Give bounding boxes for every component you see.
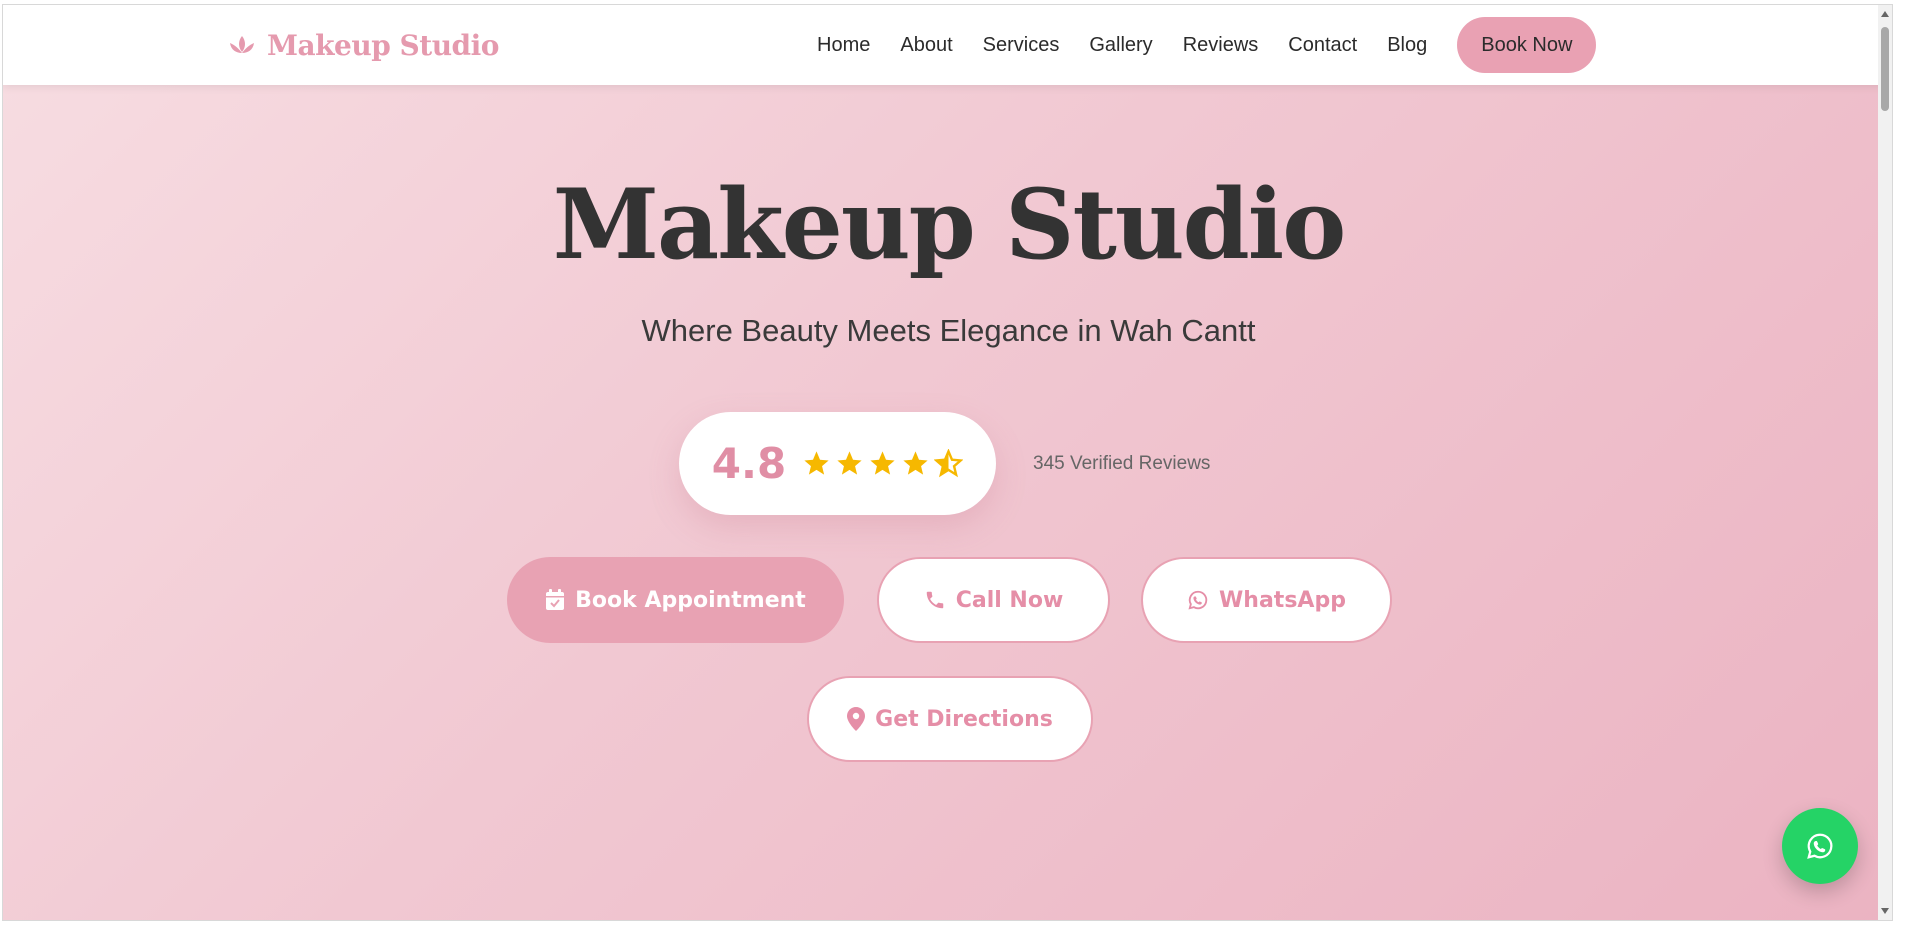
nav-contact[interactable]: Contact bbox=[1288, 34, 1357, 57]
reviews-count: 345 Verified Reviews bbox=[1033, 453, 1211, 474]
nav-reviews[interactable]: Reviews bbox=[1183, 34, 1259, 57]
star-icon bbox=[870, 451, 895, 475]
whatsapp-floating-button[interactable] bbox=[1782, 808, 1858, 884]
whatsapp-icon bbox=[1188, 590, 1208, 610]
calendar-check-icon bbox=[546, 589, 565, 610]
logo-text: Makeup Studio bbox=[267, 28, 499, 62]
whatsapp-button[interactable]: WhatsApp bbox=[1141, 557, 1392, 643]
book-appointment-button[interactable]: Book Appointment bbox=[507, 557, 844, 643]
page-frame: Makeup Studio Home About Services Galler… bbox=[2, 4, 1893, 921]
star-rating bbox=[802, 449, 964, 478]
get-directions-button[interactable]: Get Directions bbox=[807, 676, 1093, 762]
vertical-scrollbar[interactable] bbox=[1878, 5, 1892, 920]
book-appointment-label: Book Appointment bbox=[575, 587, 806, 613]
hero-subtitle: Where Beauty Meets Elegance in Wah Cantt bbox=[641, 313, 1256, 348]
nav-about[interactable]: About bbox=[900, 34, 952, 57]
nav-home[interactable]: Home bbox=[817, 34, 870, 57]
star-half-icon bbox=[934, 449, 964, 478]
scroll-thumb[interactable] bbox=[1881, 27, 1889, 111]
call-now-button[interactable]: Call Now bbox=[877, 557, 1110, 643]
star-icon bbox=[837, 451, 862, 475]
nav-blog[interactable]: Blog bbox=[1387, 34, 1427, 57]
hero-title: Makeup Studio bbox=[552, 168, 1347, 281]
whatsapp-label: WhatsApp bbox=[1219, 587, 1346, 613]
star-icon bbox=[804, 451, 829, 475]
get-directions-label: Get Directions bbox=[875, 706, 1053, 732]
rating-value: 4.8 bbox=[711, 439, 787, 488]
map-pin-icon bbox=[847, 707, 866, 731]
call-now-label: Call Now bbox=[955, 587, 1064, 613]
nav-gallery[interactable]: Gallery bbox=[1089, 34, 1152, 57]
scroll-up-arrow[interactable] bbox=[1881, 11, 1889, 17]
site-header: Makeup Studio Home About Services Galler… bbox=[3, 5, 1892, 85]
phone-icon bbox=[926, 591, 943, 609]
whatsapp-icon bbox=[1807, 833, 1833, 859]
main-nav: Home About Services Gallery Reviews Cont… bbox=[817, 5, 1597, 85]
book-now-button[interactable]: Book Now bbox=[1457, 17, 1597, 73]
scroll-down-arrow[interactable] bbox=[1881, 908, 1889, 914]
rating-badge: 4.8 bbox=[679, 412, 996, 515]
star-icon bbox=[903, 451, 928, 475]
logo[interactable]: Makeup Studio bbox=[227, 25, 499, 65]
lotus-icon bbox=[230, 36, 254, 53]
nav-services[interactable]: Services bbox=[983, 34, 1060, 57]
